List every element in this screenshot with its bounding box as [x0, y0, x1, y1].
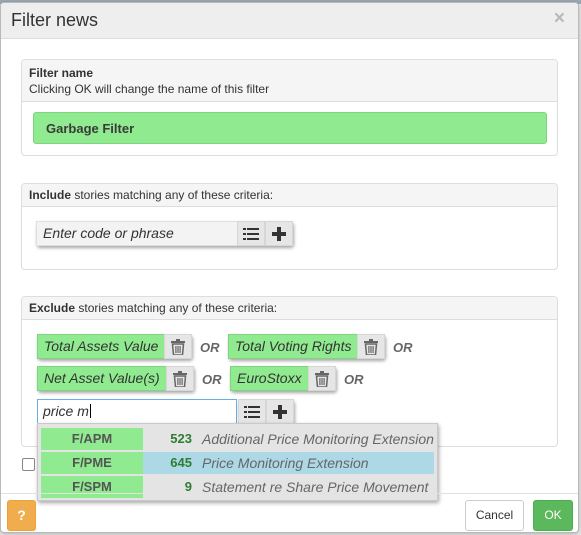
exclude-input-buttons: [238, 399, 294, 424]
exclude-chip: EuroStoxx: [230, 366, 336, 391]
suggestion-item-selected[interactable]: F/PME 645 Price Monitoring Extension: [41, 452, 434, 474]
chip-delete-button[interactable]: [164, 334, 193, 359]
option-checkbox[interactable]: [22, 458, 35, 471]
include-code-input[interactable]: Enter code or phrase: [36, 221, 237, 246]
or-label: OR: [200, 340, 220, 355]
trash-icon: [364, 338, 379, 355]
suggestion-code: F/PME: [41, 452, 143, 474]
include-add-button[interactable]: [265, 221, 293, 246]
filter-name-header: Filter name Clicking OK will change the …: [22, 60, 557, 102]
trash-icon: [172, 370, 187, 387]
suggestion-description: Price Monitoring Extension: [202, 455, 369, 471]
suggestion-item[interactable]: F/SPM 9 Statement re Share Price Movemen…: [41, 476, 434, 498]
list-icon: [243, 227, 259, 240]
chip-delete-button[interactable]: [307, 366, 336, 391]
footer-divider: [1, 493, 578, 494]
exclude-search-input[interactable]: price m: [37, 399, 237, 424]
help-button[interactable]: ?: [7, 500, 36, 531]
include-heading-bold: Include: [29, 188, 72, 202]
text-caret: [89, 404, 91, 418]
dialog-title: Filter news: [11, 10, 99, 30]
include-list-button[interactable]: [237, 221, 265, 246]
suggestion-description: Additional Price Monitoring Extension: [202, 431, 434, 447]
exclude-chip-label: Total Assets Value: [37, 334, 165, 359]
plus-icon: [272, 226, 286, 241]
dialog-header: Filter news ×: [1, 3, 578, 39]
exclude-header: Exclude stories matching any of these cr…: [22, 297, 557, 320]
suggestion-count: 9: [184, 479, 192, 494]
exclude-chip-label: Net Asset Value(s): [37, 366, 166, 391]
exclude-heading-text: stories matching any of these criteria:: [75, 301, 278, 315]
exclude-heading-bold: Exclude: [29, 301, 76, 315]
exclude-chip: Total Assets Value: [37, 334, 193, 359]
list-icon: [244, 405, 260, 418]
include-input-group: Enter code or phrase: [36, 221, 293, 246]
trash-icon: [314, 370, 329, 387]
filter-name-hint: Clicking OK will change the name of this…: [29, 82, 270, 96]
search-input-text: price m: [43, 403, 89, 419]
filter-name-heading: Filter name: [29, 66, 94, 80]
suggestion-count: 523: [170, 431, 192, 446]
include-heading-text: stories matching any of these criteria:: [71, 188, 274, 202]
suggestion-item[interactable]: F/APM 523 Additional Price Monitoring Ex…: [41, 428, 434, 450]
chip-delete-button[interactable]: [165, 366, 194, 391]
suggestion-description: Statement re Share Price Movement: [202, 479, 429, 495]
exclude-chip-label: EuroStoxx: [230, 366, 308, 391]
exclude-list-button[interactable]: [238, 399, 266, 424]
filter-name-field[interactable]: Garbage Filter: [33, 112, 547, 144]
exclude-chip: Net Asset Value(s): [37, 366, 194, 391]
trash-icon: [171, 338, 186, 355]
chip-delete-button[interactable]: [357, 334, 386, 359]
include-header: Include stories matching any of these cr…: [22, 184, 557, 207]
filter-name-panel: Filter name Clicking OK will change the …: [21, 59, 558, 156]
suggestion-code: F/APM: [41, 428, 143, 450]
exclude-chip: Total Voting Rights: [228, 334, 386, 359]
ok-button[interactable]: OK: [533, 500, 573, 531]
or-label: OR: [202, 372, 222, 387]
close-icon[interactable]: ×: [554, 8, 565, 30]
or-label: OR: [344, 372, 364, 387]
exclude-add-button[interactable]: [266, 399, 294, 424]
or-label: OR: [393, 340, 413, 355]
exclude-chip-label: Total Voting Rights: [228, 334, 358, 359]
suggestion-dropdown: F/APM 523 Additional Price Monitoring Ex…: [37, 423, 438, 501]
filter-news-dialog: Filter news × Filter name Clicking OK wi…: [0, 2, 579, 533]
cancel-button[interactable]: Cancel: [465, 500, 524, 531]
suggestion-code: F/SPM: [41, 476, 143, 498]
suggestion-count: 645: [170, 455, 192, 470]
plus-icon: [273, 404, 287, 419]
